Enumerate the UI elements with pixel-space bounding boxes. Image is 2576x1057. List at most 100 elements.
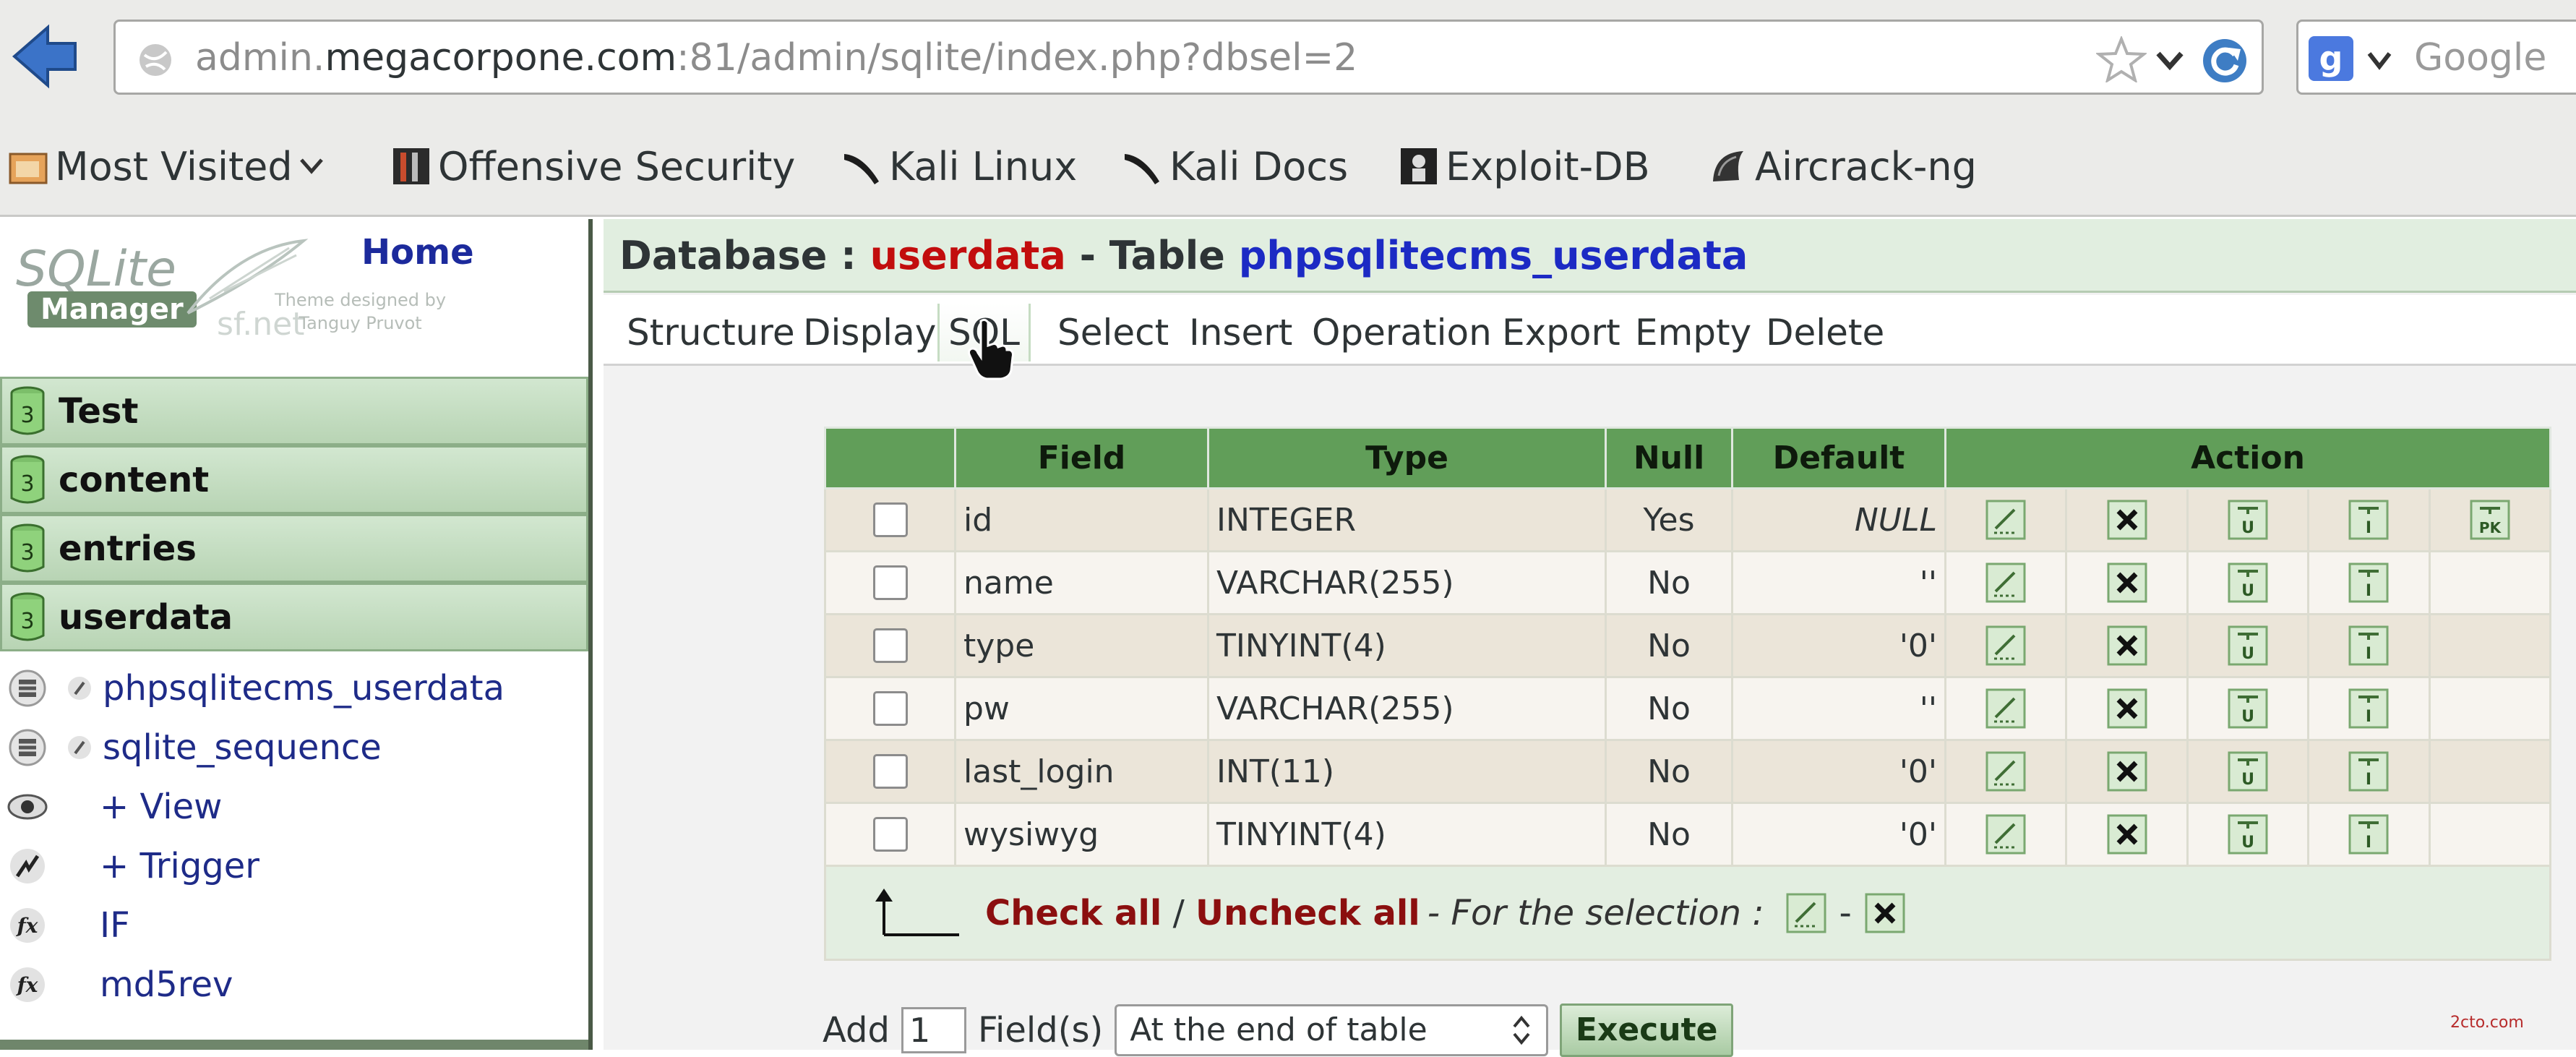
row-checkbox[interactable] — [872, 754, 908, 789]
delete-icon[interactable] — [2107, 562, 2147, 603]
select-cell — [824, 802, 956, 867]
chevron-down-icon[interactable] — [2365, 48, 2394, 72]
field-position-select[interactable]: At the end of table — [1115, 1004, 1549, 1056]
bookmark-exploit-db[interactable]: Exploit-DB — [1398, 140, 1650, 192]
edit-icon[interactable] — [1786, 893, 1826, 933]
index-icon[interactable]: I — [2348, 500, 2389, 540]
delete-icon[interactable] — [1865, 893, 1905, 933]
primary-key-icon[interactable]: PK — [2470, 500, 2510, 540]
add-field-count-input[interactable]: 1 — [901, 1007, 966, 1053]
tab-insert[interactable]: Insert — [1189, 304, 1292, 361]
row-checkbox[interactable] — [872, 502, 908, 537]
edit-icon[interactable] — [1985, 500, 2026, 540]
chevron-down-icon — [299, 158, 323, 174]
offsec-icon — [393, 148, 429, 184]
tree-item-function-md5rev[interactable]: fx md5rev — [0, 955, 588, 1014]
database-item-test[interactable]: 3 Test — [0, 377, 588, 445]
row-checkbox[interactable] — [872, 565, 908, 600]
add-field-bar: Add 1 Field(s) At the end of table Execu… — [823, 1003, 1734, 1057]
tree-item-add-view[interactable]: + View — [0, 777, 588, 836]
bookmark-aircrack-ng[interactable]: Aircrack-ng — [1707, 140, 1977, 192]
index-icon[interactable]: I — [2348, 688, 2389, 729]
reload-icon[interactable] — [2197, 33, 2252, 88]
check-all-link[interactable]: Check all — [985, 893, 1162, 933]
delete-icon[interactable] — [2107, 625, 2147, 666]
row-checkbox[interactable] — [872, 817, 908, 852]
index-icon[interactable]: I — [2348, 751, 2389, 792]
edit-icon[interactable] — [1985, 562, 2026, 603]
action-cell: U — [2186, 676, 2310, 741]
row-checkbox[interactable] — [872, 691, 908, 726]
unique-index-icon[interactable]: U — [2228, 500, 2268, 540]
bookmark-kali-linux[interactable]: Kali Linux — [841, 140, 1077, 192]
unique-index-icon[interactable]: U — [2228, 814, 2268, 855]
search-placeholder[interactable]: Google — [2414, 36, 2546, 80]
url-bar[interactable]: admin.megacorpone.com:81/admin/sqlite/in… — [113, 20, 2264, 95]
edit-icon[interactable] — [1985, 814, 2026, 855]
action-cell — [1944, 550, 2068, 615]
edit-icon[interactable] — [1985, 751, 2026, 792]
action-cell — [2065, 550, 2189, 615]
search-bar[interactable]: g Google — [2296, 20, 2576, 95]
tab-export[interactable]: Export — [1502, 304, 1620, 361]
tree-item-table[interactable]: sqlite_sequence — [0, 718, 588, 777]
tab-select[interactable]: Select — [1057, 304, 1169, 361]
title-table-name[interactable]: phpsqlitecms_userdata — [1239, 233, 1748, 278]
database-item-content[interactable]: 3 content — [0, 445, 588, 514]
chevron-down-icon[interactable] — [2152, 46, 2187, 75]
tab-operation[interactable]: Operation — [1312, 304, 1492, 361]
svg-text:fx: fx — [16, 914, 38, 938]
delete-icon[interactable] — [2107, 751, 2147, 792]
edit-icon[interactable] — [1985, 688, 2026, 729]
edit-icon[interactable] — [1985, 625, 2026, 666]
delete-icon[interactable] — [2107, 814, 2147, 855]
site-identity-icon[interactable] — [137, 42, 173, 78]
back-arrow-icon[interactable] — [10, 20, 80, 93]
fields-label: Field(s) — [977, 1010, 1104, 1050]
tree-item-table[interactable]: phpsqlitecms_userdata — [0, 659, 588, 718]
row-checkbox[interactable] — [872, 628, 908, 663]
search-engine-icon[interactable]: g — [2309, 36, 2353, 81]
url-text[interactable]: admin.megacorpone.com:81/admin/sqlite/in… — [195, 36, 1357, 80]
tree-item-add-trigger[interactable]: + Trigger — [0, 836, 588, 896]
unique-index-icon[interactable]: U — [2228, 625, 2268, 666]
database-item-entries[interactable]: 3 entries — [0, 514, 588, 583]
for-selection-label: - For the selection : — [1427, 892, 1764, 933]
title-db-name[interactable]: userdata — [870, 233, 1066, 278]
database-icon-number: 3 — [20, 540, 34, 565]
expand-icon[interactable] — [66, 674, 93, 703]
field-type-cell: INTEGER — [1207, 487, 1607, 552]
tree-item-function-if[interactable]: fx IF — [0, 896, 588, 955]
database-item-userdata[interactable]: 3 userdata — [0, 583, 588, 651]
svg-text:U: U — [2241, 834, 2254, 852]
execute-button[interactable]: Execute — [1560, 1003, 1734, 1057]
delete-icon[interactable] — [2107, 500, 2147, 540]
tab-display[interactable]: Display — [803, 304, 936, 361]
index-icon[interactable]: I — [2348, 625, 2389, 666]
unique-index-icon[interactable]: U — [2228, 562, 2268, 603]
field-name-cell: name — [954, 550, 1209, 615]
bookmark-offensive-security[interactable]: Offensive Security — [390, 140, 795, 192]
action-cell — [2428, 676, 2552, 741]
unique-index-icon[interactable]: U — [2228, 751, 2268, 792]
action-cell — [2428, 739, 2552, 804]
database-icon: 3 — [10, 386, 45, 435]
tab-structure[interactable]: Structure — [627, 304, 795, 361]
svg-text:I: I — [2366, 645, 2371, 663]
index-icon[interactable]: I — [2348, 562, 2389, 603]
action-cell — [2428, 550, 2552, 615]
database-icon: 3 — [10, 523, 45, 572]
tab-delete[interactable]: Delete — [1766, 304, 1884, 361]
delete-icon[interactable] — [2107, 688, 2147, 729]
bookmark-most-visited[interactable]: Most Visited — [7, 140, 325, 192]
expand-icon[interactable] — [66, 733, 93, 762]
field-type-cell: TINYINT(4) — [1207, 613, 1607, 678]
bookmark-star-icon[interactable] — [2096, 36, 2147, 82]
tab-empty[interactable]: Empty — [1635, 304, 1751, 361]
index-icon[interactable]: I — [2348, 814, 2389, 855]
unique-index-icon[interactable]: U — [2228, 688, 2268, 729]
bookmark-kali-docs[interactable]: Kali Docs — [1122, 140, 1348, 192]
action-cell — [2428, 613, 2552, 678]
uncheck-all-link[interactable]: Uncheck all — [1195, 893, 1420, 933]
home-link[interactable]: Home — [361, 232, 474, 273]
